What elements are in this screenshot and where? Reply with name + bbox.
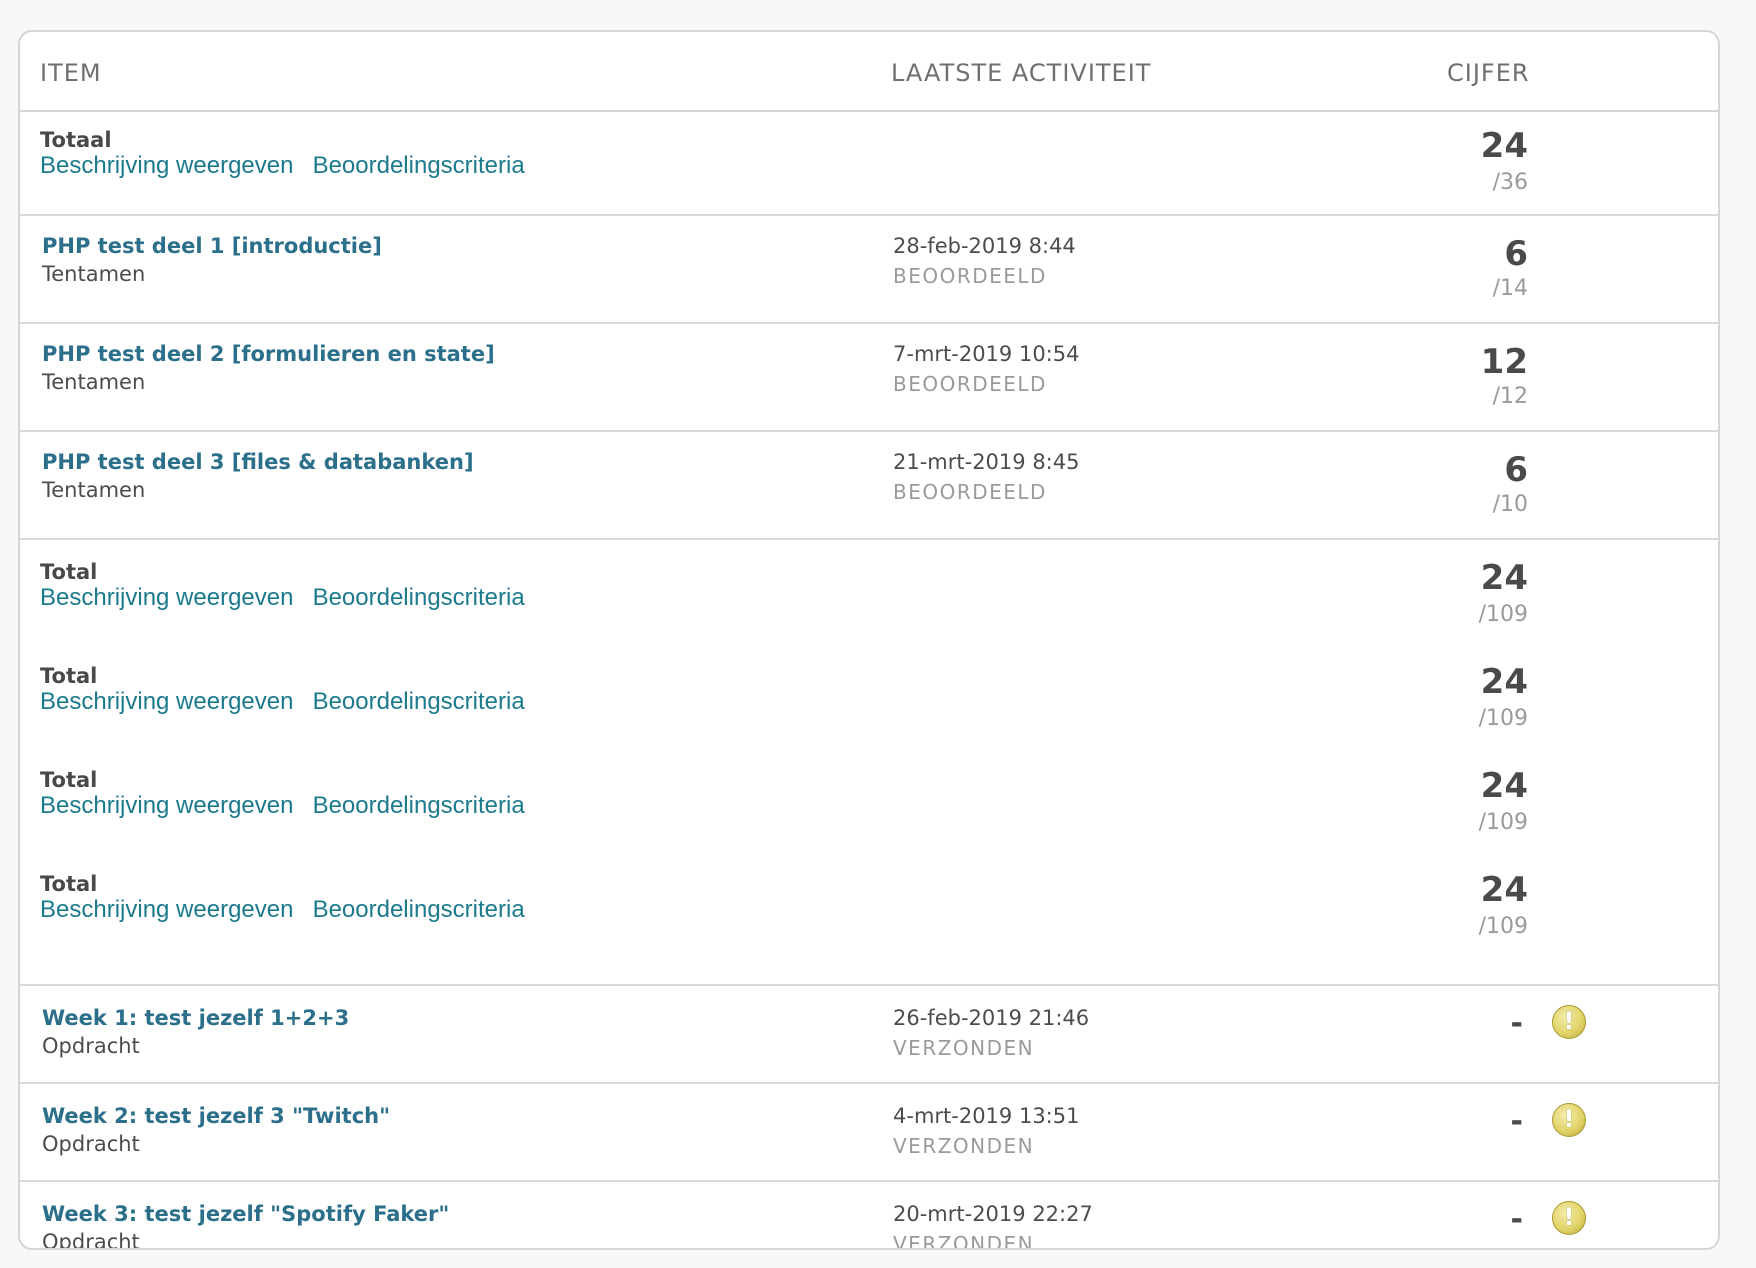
- activity-status: BEOORDEELD: [893, 372, 1047, 396]
- totals-group: Total Beschrijving weergeven Beoordeling…: [20, 540, 1718, 986]
- item-link[interactable]: PHP test deel 2 [formulieren en state]: [42, 342, 495, 366]
- item-link[interactable]: Week 2: test jezelf 3 "Twitch": [42, 1104, 390, 1128]
- activity-status: VERZONDEN: [893, 1036, 1035, 1060]
- total-links: Beschrijving weergeven Beoordelingscrite…: [40, 152, 539, 180]
- warning-icon[interactable]: !: [1552, 1103, 1586, 1137]
- total-title: Total: [40, 768, 98, 792]
- table-row: Totaal Beschrijving weergeven Beoordelin…: [20, 112, 1718, 216]
- total-title: Totaal: [40, 128, 112, 152]
- total-links: Beschrijving weergeven Beoordelingscrite…: [40, 688, 539, 716]
- score-value: 24: [1480, 558, 1528, 598]
- score-out-of: /12: [1492, 384, 1528, 409]
- total-links: Beschrijving weergeven Beoordelingscrite…: [40, 584, 539, 612]
- item-type: Opdracht: [42, 1230, 140, 1250]
- item-link[interactable]: PHP test deel 1 [introductie]: [42, 234, 382, 258]
- item-link[interactable]: PHP test deel 3 [files & databanken]: [42, 450, 474, 474]
- grading-criteria-link[interactable]: Beoordelingscriteria: [313, 792, 525, 819]
- show-description-link[interactable]: Beschrijving weergeven: [40, 584, 293, 611]
- score-value: 24: [1480, 662, 1528, 702]
- score-value: 6: [1504, 234, 1528, 274]
- item-type: Tentamen: [42, 262, 146, 286]
- activity-status: BEOORDEELD: [893, 480, 1047, 504]
- activity-date: 28-feb-2019 8:44: [893, 234, 1076, 258]
- score-value: 6: [1504, 450, 1528, 490]
- score-value: 24: [1480, 766, 1528, 806]
- score-value: 12: [1480, 342, 1528, 382]
- warning-icon[interactable]: !: [1552, 1005, 1586, 1039]
- item-link[interactable]: Week 1: test jezelf 1+2+3: [42, 1006, 349, 1030]
- grading-criteria-link[interactable]: Beoordelingscriteria: [313, 896, 525, 923]
- score-out-of: /14: [1492, 276, 1528, 301]
- table-row: Week 1: test jezelf 1+2+3 Opdracht 26-fe…: [20, 986, 1718, 1084]
- activity-status: VERZONDEN: [893, 1134, 1035, 1158]
- score-out-of: /36: [1492, 170, 1528, 195]
- table-row: PHP test deel 1 [introductie] Tentamen 2…: [20, 216, 1718, 324]
- score-value: 24: [1480, 870, 1528, 910]
- show-description-link[interactable]: Beschrijving weergeven: [40, 688, 293, 715]
- table-header: ITEM LAATSTE ACTIVITEIT CIJFER: [20, 32, 1718, 112]
- column-header-activity[interactable]: LAATSTE ACTIVITEIT: [891, 59, 1151, 87]
- item-type: Opdracht: [42, 1034, 140, 1058]
- total-title: Total: [40, 560, 98, 584]
- score-out-of: /109: [1478, 914, 1528, 939]
- activity-date: 7-mrt-2019 10:54: [893, 342, 1080, 366]
- item-type: Tentamen: [42, 478, 146, 502]
- item-link[interactable]: Week 3: test jezelf "Spotify Faker": [42, 1202, 449, 1226]
- activity-status: VERZONDEN: [893, 1232, 1035, 1250]
- total-title: Total: [40, 872, 98, 896]
- table-row: Week 3: test jezelf "Spotify Faker" Opdr…: [20, 1182, 1718, 1250]
- grading-criteria-link[interactable]: Beoordelingscriteria: [313, 688, 525, 715]
- show-description-link[interactable]: Beschrijving weergeven: [40, 896, 293, 923]
- warning-icon[interactable]: !: [1552, 1201, 1586, 1235]
- score-out-of: /10: [1492, 492, 1528, 517]
- score-value: -: [1510, 1202, 1523, 1237]
- activity-status: BEOORDEELD: [893, 264, 1047, 288]
- table-row: Week 2: test jezelf 3 "Twitch" Opdracht …: [20, 1084, 1718, 1182]
- grades-panel: ITEM LAATSTE ACTIVITEIT CIJFER Totaal Be…: [18, 30, 1720, 1250]
- grading-criteria-link[interactable]: Beoordelingscriteria: [313, 584, 525, 611]
- grading-criteria-link[interactable]: Beoordelingscriteria: [313, 152, 525, 179]
- activity-date: 4-mrt-2019 13:51: [893, 1104, 1080, 1128]
- score-value: -: [1510, 1006, 1523, 1041]
- show-description-link[interactable]: Beschrijving weergeven: [40, 152, 293, 179]
- activity-date: 20-mrt-2019 22:27: [893, 1202, 1093, 1226]
- activity-date: 21-mrt-2019 8:45: [893, 450, 1080, 474]
- score-out-of: /109: [1478, 706, 1528, 731]
- table-row: PHP test deel 3 [files & databanken] Ten…: [20, 432, 1718, 540]
- show-description-link[interactable]: Beschrijving weergeven: [40, 792, 293, 819]
- item-type: Opdracht: [42, 1132, 140, 1156]
- column-header-item[interactable]: ITEM: [40, 59, 102, 87]
- score-value: 24: [1480, 126, 1528, 166]
- total-title: Total: [40, 664, 98, 688]
- score-out-of: /109: [1478, 602, 1528, 627]
- score-out-of: /109: [1478, 810, 1528, 835]
- total-links: Beschrijving weergeven Beoordelingscrite…: [40, 896, 539, 924]
- table-row: PHP test deel 2 [formulieren en state] T…: [20, 324, 1718, 432]
- activity-date: 26-feb-2019 21:46: [893, 1006, 1090, 1030]
- score-value: -: [1510, 1104, 1523, 1139]
- column-header-grade[interactable]: CIJFER: [1447, 59, 1530, 87]
- total-links: Beschrijving weergeven Beoordelingscrite…: [40, 792, 539, 820]
- item-type: Tentamen: [42, 370, 146, 394]
